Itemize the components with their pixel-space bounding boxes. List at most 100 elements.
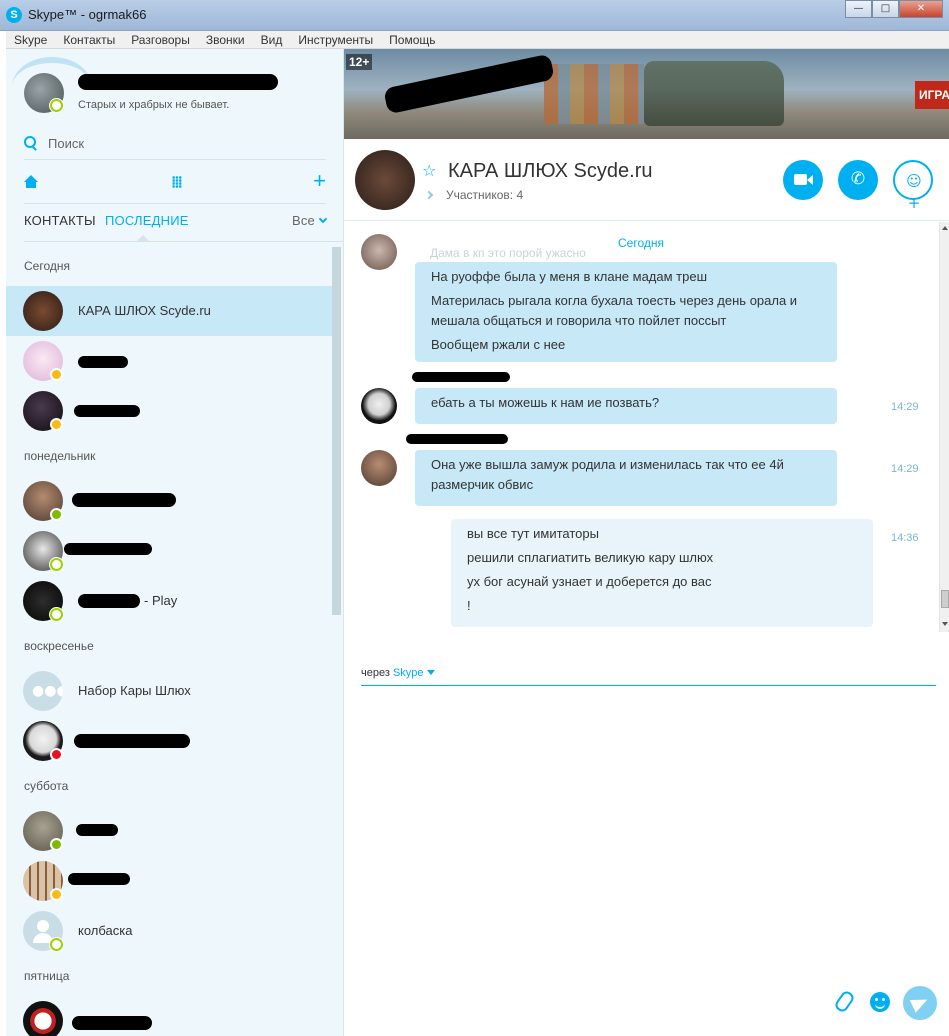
send-button[interactable] (903, 986, 937, 1020)
message-bubble[interactable]: На руоффе была у меня в клане мадам треш… (415, 262, 837, 362)
menu-view[interactable]: Вид (253, 31, 291, 49)
online-status-icon (50, 608, 63, 621)
home-icon[interactable] (24, 175, 38, 189)
recent-item[interactable] (6, 386, 332, 436)
chevron-right-icon (424, 190, 434, 200)
conversation-title[interactable]: КАРА ШЛЮХ Scyde.ru (448, 160, 652, 183)
section-header: воскресенье (24, 639, 94, 653)
tab-contacts[interactable]: КОНТАКТЫ (24, 213, 96, 228)
menu-calls[interactable]: Звонки (198, 31, 253, 49)
scroll-down-icon[interactable] (942, 622, 948, 626)
contact-name: колбаска (78, 923, 133, 938)
divider (24, 203, 326, 204)
add-participant-button[interactable]: ☺+ (893, 160, 933, 212)
message-time: 14:36 (891, 532, 919, 544)
minimize-button[interactable]: — (845, 0, 872, 18)
audio-call-button[interactable]: ✆ (838, 160, 878, 200)
message-text: Материлась рыгала когла бухала тоесть че… (431, 293, 798, 328)
busy-status-icon (50, 748, 63, 761)
sidebar: Старых и храбрых не бывает. Поиск + КОНТ… (6, 49, 343, 1036)
menu-conversations[interactable]: Разговоры (123, 31, 198, 49)
recent-item[interactable]: ●●● Набор Кары Шлюх (6, 666, 332, 716)
message-text: Она уже вышла замуж родила и изменилась … (431, 457, 784, 492)
search-box[interactable]: Поиск (24, 133, 84, 153)
recent-item[interactable] (6, 806, 332, 856)
away-status-icon (50, 888, 63, 901)
banner-containers-image (544, 64, 644, 124)
date-divider: Сегодня (616, 236, 666, 250)
message-bubble[interactable]: Она уже вышла замуж родила и изменилась … (415, 450, 837, 506)
redacted-name (72, 1016, 152, 1030)
participants-link[interactable]: Участников: 4 (424, 188, 524, 202)
menu-skype[interactable]: Skype (6, 31, 55, 49)
participants-count: Участников: 4 (446, 188, 524, 202)
mood-message[interactable]: Старых и храбрых не бывает. (78, 99, 229, 111)
message-time: 14:29 (891, 401, 919, 413)
redacted-name (64, 543, 152, 555)
banner-cta[interactable]: ИГРА (915, 81, 949, 109)
redacted-name (68, 873, 130, 885)
filter-dropdown[interactable]: Все (292, 213, 328, 228)
window-titlebar: S Skype™ - ogrmak66 — □ ✕ (0, 0, 949, 31)
recent-item[interactable] (6, 336, 332, 386)
dialpad-icon[interactable] (172, 176, 182, 188)
recent-item[interactable] (6, 996, 332, 1036)
ad-banner[interactable]: 12+ ИГРА (344, 49, 949, 139)
contact-name: - Play (144, 593, 178, 608)
redacted-name (78, 356, 128, 368)
message-bubble[interactable]: ебать а ты можешь к нам ие позвать? (415, 388, 837, 424)
redacted-name (74, 405, 140, 417)
tab-recent[interactable]: ПОСЛЕДНИЕ (105, 213, 189, 228)
scroll-thumb[interactable] (941, 590, 949, 608)
divider (24, 159, 326, 160)
banner-tank-image (644, 61, 784, 126)
online-status-icon (50, 558, 63, 571)
faded-message-preview: Дама в кп это порой ужасно (430, 246, 586, 260)
online-status-icon (50, 508, 63, 521)
message-text: ! (467, 598, 471, 613)
plus-icon[interactable]: + (313, 170, 326, 192)
add-user-icon: ☺+ (906, 172, 922, 212)
recent-item[interactable]: - Play (6, 576, 332, 626)
message-text: ебать а ты можешь к нам ие позвать? (431, 395, 660, 410)
scroll-up-icon[interactable] (942, 226, 948, 230)
sidebar-actions: + (24, 170, 326, 193)
recent-item[interactable] (6, 476, 332, 526)
message-text: На руоффе была у меня в клане мадам треш (431, 269, 708, 284)
maximize-button[interactable]: □ (872, 0, 899, 18)
emoticon-icon[interactable] (870, 992, 890, 1012)
section-header: Сегодня (24, 259, 70, 273)
redacted-banner-text (383, 53, 555, 115)
recent-item[interactable] (6, 716, 332, 766)
message-bubble-outgoing[interactable]: вы все тут имитаторы решили сплагиатить … (451, 519, 873, 627)
conversation-header: ☆ КАРА ШЛЮХ Scyde.ru Участников: 4 ✆ ☺+ (344, 139, 949, 221)
contacts-scrollbar[interactable] (332, 247, 341, 615)
paperclip-icon[interactable] (834, 989, 854, 1011)
message-input[interactable] (361, 685, 936, 686)
menu-contacts[interactable]: Контакты (55, 31, 123, 49)
recent-item[interactable]: колбаска (6, 906, 332, 956)
contact-name: Набор Кары Шлюх (78, 683, 191, 698)
redacted-name (74, 734, 190, 748)
online-status-icon (50, 838, 63, 851)
close-button[interactable]: ✕ (899, 0, 943, 18)
star-icon[interactable]: ☆ (422, 161, 436, 181)
recent-item[interactable] (6, 856, 332, 906)
phone-icon: ✆ (850, 169, 866, 189)
message-text: ух бог асунай узнает и доберется до вас (467, 574, 712, 589)
online-status-icon (50, 938, 63, 951)
contact-tabs: КОНТАКТЫ ПОСЛЕДНИЕ Все (24, 213, 328, 233)
tab-pointer (87, 235, 167, 241)
chat-scrollbar[interactable] (939, 222, 949, 632)
message-text: решили сплагиатить великую кару шлюх (467, 550, 714, 565)
send-via-selector[interactable]: через Skype (361, 667, 435, 679)
recent-item[interactable]: КАРА ШЛЮХ Scyde.ru (6, 286, 332, 336)
menu-help[interactable]: Помощь (381, 31, 443, 49)
redacted-sender-name (412, 372, 510, 382)
video-call-button[interactable] (783, 160, 823, 200)
recent-item[interactable] (6, 526, 332, 576)
redacted-name (76, 824, 118, 836)
group-avatar[interactable] (355, 150, 415, 210)
away-status-icon (50, 368, 63, 381)
menu-tools[interactable]: Инструменты (290, 31, 381, 49)
